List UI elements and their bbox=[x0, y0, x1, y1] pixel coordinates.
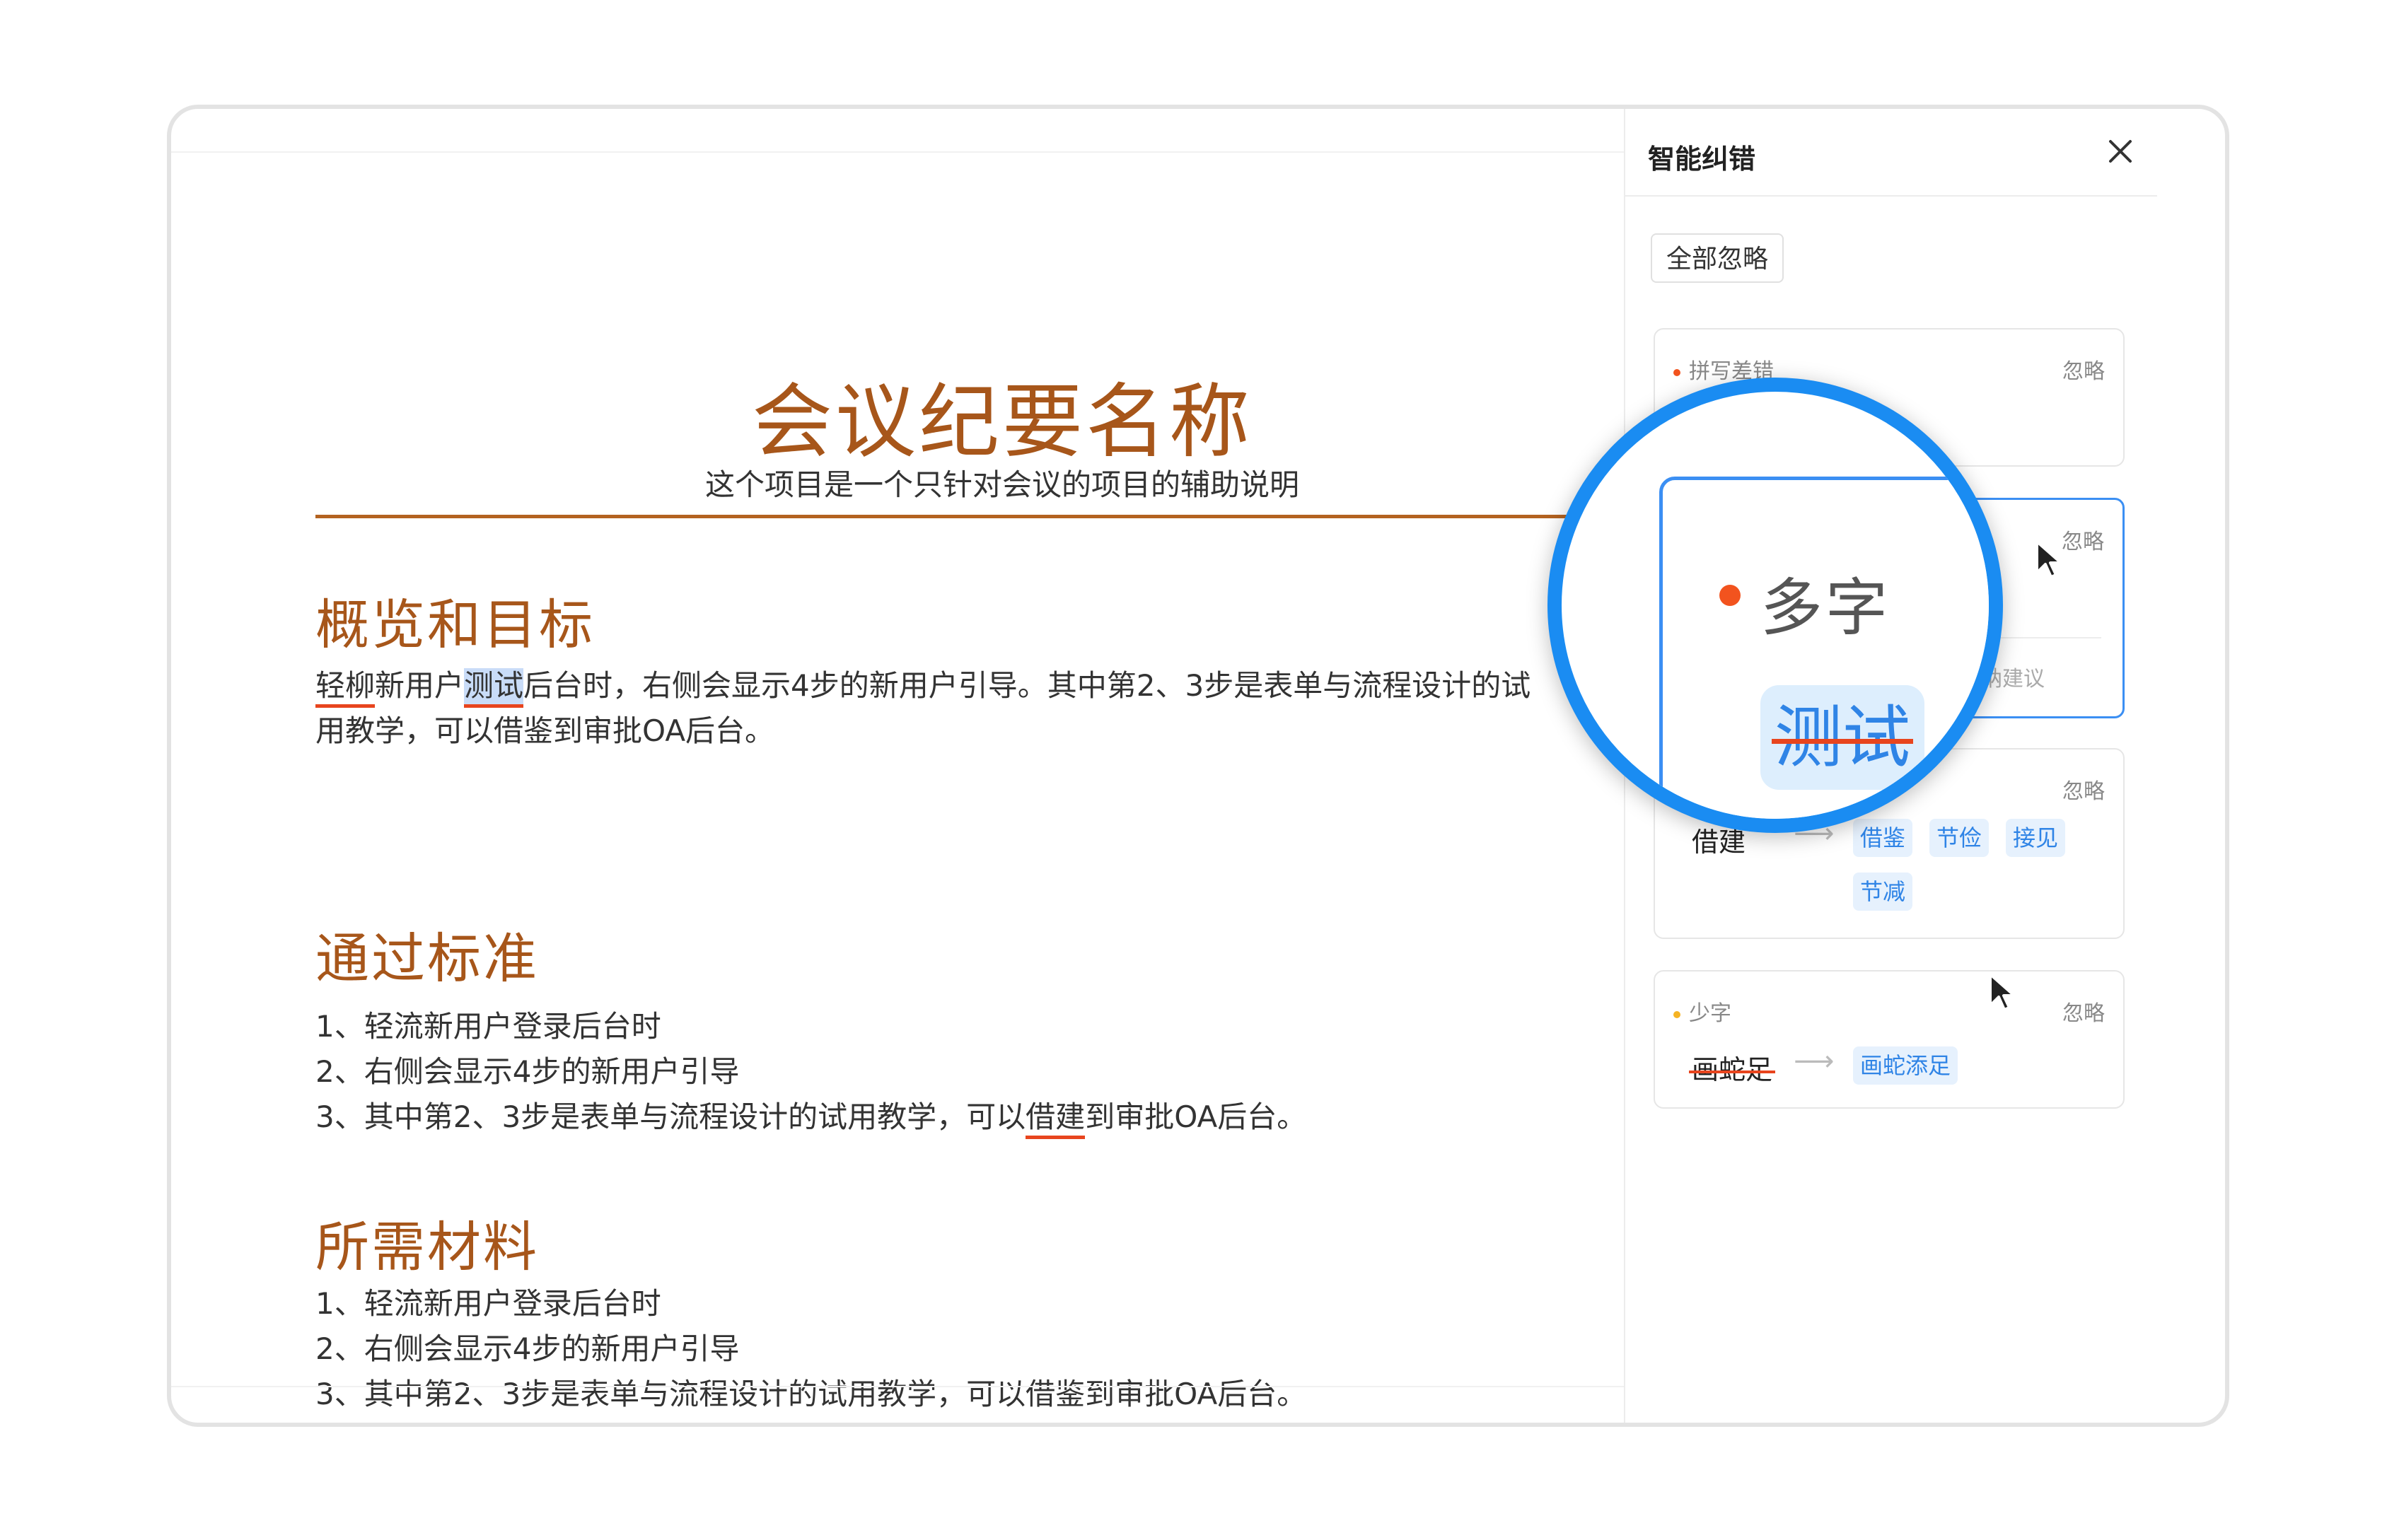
spelling-error-word[interactable]: 轻柳 bbox=[315, 668, 376, 708]
suggestion-chip[interactable]: 画蛇添足 bbox=[1853, 1046, 1958, 1085]
suggestion-card-missing-char[interactable]: 少字 忽略 画蛇足 ⟶ 画蛇添足 bbox=[1654, 970, 2125, 1109]
page-bottom-border bbox=[171, 1386, 1624, 1387]
extra-char-error-word[interactable]: 测试 bbox=[464, 668, 524, 708]
doc-title: 会议纪要名称 bbox=[751, 375, 1253, 469]
suggestion-chip[interactable]: 节减 bbox=[1853, 873, 1913, 911]
list-item: 1、轻流新用户登录后台时 bbox=[315, 1286, 661, 1321]
title-divider bbox=[315, 515, 1702, 518]
ignore-button[interactable]: 忽略 bbox=[2062, 774, 2105, 805]
magnified-card: 多字 测试 bbox=[1659, 477, 1989, 819]
list-item: 3、其中第2、3步是表单与流程设计的试用教学，可以借鉴到审批OA后台。 bbox=[315, 1377, 1307, 1411]
list-item: 1、轻流新用户登录后台时 bbox=[315, 1009, 661, 1044]
list-item: 3、其中第2、3步是表单与流程设计的试用教学，可以借建到审批OA后台。 bbox=[315, 1095, 1306, 1140]
ignore-all-button[interactable]: 全部忽略 bbox=[1651, 233, 1784, 283]
section-heading-overview: 概览和目标 bbox=[315, 593, 595, 656]
arrow-right-icon: ⟶ bbox=[1794, 1045, 1835, 1078]
error-dot-icon bbox=[1673, 368, 1680, 376]
overview-paragraph-line1: 轻柳新用户测试后台时，右侧会显示4步的新用户引导。其中第2、3步是表单与流程设计… bbox=[315, 663, 1531, 708]
ignore-button[interactable]: 忽略 bbox=[2062, 996, 2105, 1027]
suggestion-chip[interactable]: 接见 bbox=[2006, 819, 2066, 857]
overview-paragraph-line2: 用教学，可以借鉴到审批OA后台。 bbox=[315, 713, 775, 748]
page-top-border bbox=[171, 151, 1624, 153]
typo-error-word[interactable]: 借建 bbox=[1026, 1099, 1086, 1139]
document-editor[interactable]: 会议纪要名称 这个项目是一个只针对会议的项目的辅助说明 概览和目标 轻柳新用户测… bbox=[171, 109, 1702, 1423]
error-word: 画蛇足 bbox=[1692, 1054, 1773, 1085]
close-icon[interactable] bbox=[2099, 130, 2142, 173]
suggestion-chip[interactable]: 借鉴 bbox=[1853, 819, 1913, 857]
list-item: 2、右侧会显示4步的新用户引导 bbox=[315, 1054, 740, 1089]
suggestion-chip[interactable]: 节俭 bbox=[1929, 819, 1990, 857]
ignore-button[interactable]: 忽略 bbox=[2062, 354, 2105, 385]
magnifier-callout: 多字 测试 bbox=[1547, 378, 2003, 833]
error-dot-icon bbox=[1719, 585, 1741, 606]
section-heading-criteria: 通过标准 bbox=[315, 927, 539, 990]
card-category: 少字 bbox=[1689, 1001, 1731, 1026]
ignore-button[interactable]: 忽略 bbox=[2062, 524, 2104, 555]
section-heading-materials: 所需材料 bbox=[315, 1215, 539, 1278]
warning-dot-icon bbox=[1673, 1010, 1680, 1018]
magnified-suggestion-chip: 测试 bbox=[1760, 685, 1924, 790]
list-item: 2、右侧会显示4步的新用户引导 bbox=[315, 1331, 740, 1366]
panel-title: 智能纠错 bbox=[1648, 144, 1756, 175]
panel-divider bbox=[1625, 195, 2157, 197]
magnified-category: 多字 bbox=[1760, 571, 1891, 644]
